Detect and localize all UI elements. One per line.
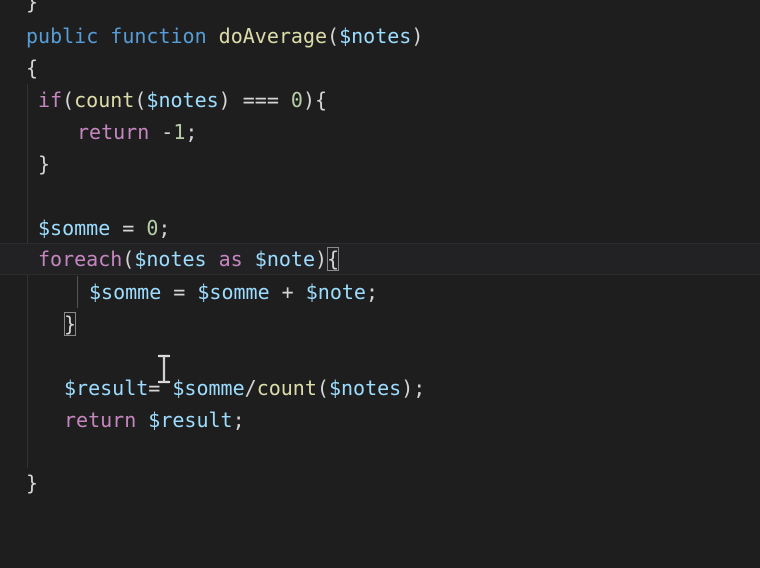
code-text: return -1;	[77, 116, 197, 148]
code-line[interactable]: $result= $somme/count($notes);	[0, 372, 760, 404]
token-punctuation: ;	[365, 280, 379, 304]
token-punctuation: )	[411, 24, 424, 48]
token-operator: =	[161, 280, 198, 304]
code-line[interactable]: }	[0, 0, 760, 18]
code-text: $somme = 0;	[38, 212, 170, 244]
token-variable: $somme	[197, 280, 270, 304]
text-cursor-icon	[157, 354, 171, 384]
token-keyword: return	[77, 120, 150, 144]
token-keyword: as	[218, 247, 243, 271]
code-text: foreach($notes as $note){	[38, 243, 340, 275]
token-operator: =	[110, 216, 147, 240]
matched-bracket: {	[327, 247, 340, 271]
token-punctuation: (	[62, 88, 75, 112]
token-punctuation: ;	[232, 408, 245, 432]
token-variable: $result	[148, 408, 233, 432]
code-text: $somme = $somme + $note;	[89, 276, 378, 308]
token-variable: $somme	[89, 280, 162, 304]
token-variable: $note	[254, 247, 315, 271]
token-punctuation: (	[122, 247, 135, 271]
token-keyword: public	[26, 24, 99, 48]
code-line[interactable]: }	[0, 467, 760, 499]
token-punctuation: }	[26, 0, 39, 14]
code-line[interactable]: return -1;	[0, 116, 760, 148]
token-function-name: count	[74, 88, 135, 112]
token-punctuation: {	[26, 56, 39, 80]
token-keyword: foreach	[38, 247, 123, 271]
token-operator: +	[269, 280, 306, 304]
token-variable: $notes	[339, 24, 412, 48]
token-keyword: return	[64, 408, 137, 432]
token-number: 0	[290, 88, 303, 112]
token-punctuation: }	[38, 152, 51, 176]
code-line[interactable]: public function doAverage($notes)	[0, 20, 760, 52]
code-text: }	[26, 0, 38, 18]
code-text: }	[38, 148, 50, 180]
token-keyword: function	[110, 24, 207, 48]
token-punctuation: ;	[185, 120, 198, 144]
token-variable: $notes	[134, 247, 207, 271]
code-line[interactable]: }	[0, 308, 760, 340]
token-variable: $somme	[38, 216, 111, 240]
code-text: public function doAverage($notes)	[26, 20, 423, 52]
token-punctuation: );	[401, 376, 426, 400]
code-line[interactable]: return $result;	[0, 404, 760, 436]
token-punctuation: (	[327, 24, 340, 48]
token-punctuation: ){	[302, 88, 328, 112]
token-variable: $notes	[146, 88, 219, 112]
code-text: }	[26, 467, 38, 499]
token-number: 0	[146, 216, 159, 240]
code-text: return $result;	[64, 404, 245, 436]
code-line[interactable]: $somme = $somme + $note;	[0, 276, 760, 308]
token-variable: $result	[64, 376, 149, 400]
code-text: if(count($notes) === 0){	[38, 84, 327, 116]
token-function-name: count	[256, 376, 317, 400]
token-number: 1	[173, 120, 186, 144]
token-punctuation: }	[26, 471, 39, 495]
code-line[interactable]: }	[0, 148, 760, 180]
token-variable: $notes	[328, 376, 402, 400]
token-function-name: doAverage	[218, 24, 328, 48]
code-line[interactable]: {	[0, 52, 760, 84]
token-punctuation: (	[134, 88, 147, 112]
token-operator: ) ===	[218, 88, 291, 112]
code-line[interactable]: if(count($notes) === 0){	[0, 84, 760, 116]
token-keyword: if	[38, 88, 63, 112]
code-editor[interactable]: } public function doAverage($notes) { if…	[0, 0, 760, 568]
token-punctuation: )	[315, 247, 328, 271]
current-code-line[interactable]: foreach($notes as $note){	[0, 243, 760, 275]
code-line[interactable]: $somme = 0;	[0, 212, 760, 244]
token-variable: $somme	[172, 376, 245, 400]
code-text: $result= $somme/count($notes);	[64, 372, 425, 404]
token-variable: $note	[305, 280, 366, 304]
token-operator: -	[149, 120, 174, 144]
token-punctuation: ;	[158, 216, 171, 240]
token-operator: /	[244, 376, 257, 400]
code-text: {	[26, 52, 38, 84]
token-punctuation: (	[316, 376, 329, 400]
matched-bracket: }	[64, 312, 77, 336]
code-text: }	[64, 308, 77, 340]
